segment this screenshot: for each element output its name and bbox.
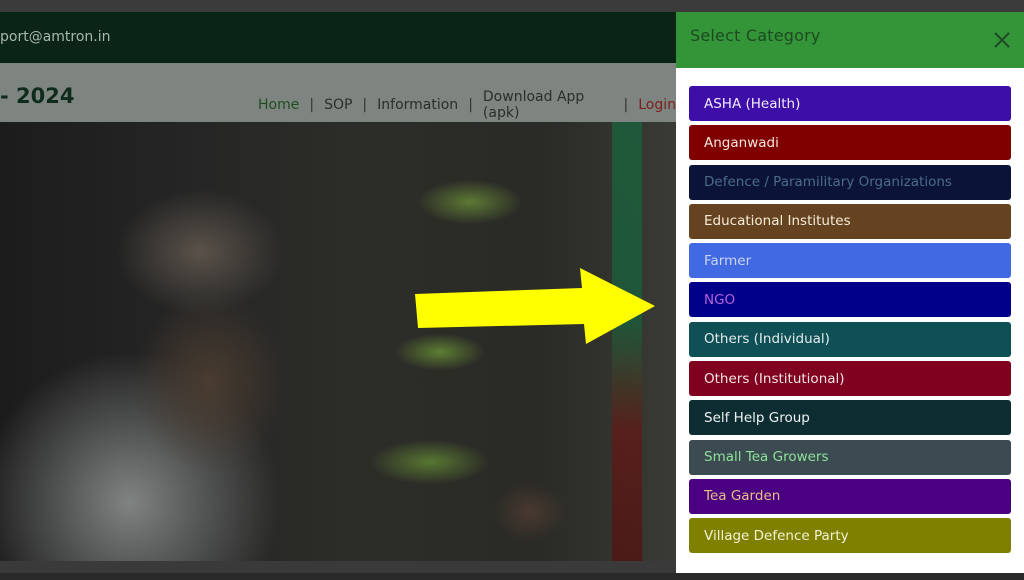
modal-header: Select Category bbox=[676, 12, 1024, 68]
category-label: NGO bbox=[704, 291, 736, 308]
category-option-educational-institutes[interactable]: Educational Institutes bbox=[689, 203, 1011, 239]
window-top-strip bbox=[0, 0, 1024, 12]
category-label: Self Help Group bbox=[704, 409, 810, 426]
brand-year: - 2024 bbox=[0, 84, 75, 108]
close-icon bbox=[994, 32, 1010, 48]
category-option-tea-garden[interactable]: Tea Garden bbox=[689, 478, 1011, 514]
category-option-others-individual[interactable]: Others (Individual) bbox=[689, 321, 1011, 357]
arrow-icon bbox=[415, 268, 655, 344]
support-email[interactable]: port@amtron.in bbox=[0, 29, 111, 45]
category-label: Anganwadi bbox=[704, 134, 779, 151]
screen: port@amtron.in - 2024 Home | SOP | Infor… bbox=[0, 0, 1024, 580]
window-bottom-strip bbox=[0, 573, 1024, 580]
category-label: Village Defence Party bbox=[704, 527, 849, 544]
main-nav: Home | SOP | Information | Download App … bbox=[258, 89, 676, 121]
category-label: Farmer bbox=[704, 252, 752, 269]
nav-separator: | bbox=[623, 97, 629, 113]
nav-separator: | bbox=[309, 97, 315, 113]
category-option-asha-health[interactable]: ASHA (Health) bbox=[689, 86, 1011, 121]
category-label: Small Tea Growers bbox=[704, 449, 829, 466]
category-label: Tea Garden bbox=[704, 488, 781, 505]
category-option-anganwadi[interactable]: Anganwadi bbox=[689, 125, 1011, 161]
category-option-defence-paramilitary-organizations[interactable]: Defence / Paramilitary Organizations bbox=[689, 164, 1011, 200]
category-list: ASHA (Health) Anganwadi Defence / Paramili… bbox=[689, 86, 1011, 558]
nav-download-app[interactable]: Download App (apk) bbox=[483, 89, 614, 121]
nav-information[interactable]: Information bbox=[377, 97, 458, 113]
category-option-ngo[interactable]: NGO bbox=[689, 282, 1011, 318]
category-option-small-tea-growers[interactable]: Small Tea Growers bbox=[689, 439, 1011, 475]
modal-title: Select Category bbox=[690, 26, 821, 45]
category-label: ASHA (Health) bbox=[704, 95, 801, 112]
category-label: Others (Individual) bbox=[704, 331, 830, 348]
select-category-modal: Select Category ASHA (Health) Anganwadi De… bbox=[676, 12, 1024, 573]
nav-login[interactable]: Login bbox=[638, 97, 676, 113]
info-bar: port@amtron.in bbox=[0, 12, 676, 63]
category-option-farmer[interactable]: Farmer bbox=[689, 243, 1011, 279]
category-option-village-defence-party[interactable]: Village Defence Party bbox=[689, 518, 1011, 554]
nav-separator: | bbox=[362, 97, 368, 113]
category-option-self-help-group[interactable]: Self Help Group bbox=[689, 400, 1011, 436]
yellow-arrow-annotation bbox=[415, 268, 655, 344]
nav-sop[interactable]: SOP bbox=[324, 97, 352, 113]
category-label: Educational Institutes bbox=[704, 213, 851, 230]
category-label: Others (Institutional) bbox=[704, 370, 845, 387]
close-button[interactable] bbox=[990, 28, 1014, 52]
nav-separator: | bbox=[468, 97, 473, 113]
nav-home[interactable]: Home bbox=[258, 97, 299, 113]
category-label: Defence / Paramilitary Organizations bbox=[704, 174, 952, 191]
category-option-others-institutional[interactable]: Others (Institutional) bbox=[689, 361, 1011, 397]
